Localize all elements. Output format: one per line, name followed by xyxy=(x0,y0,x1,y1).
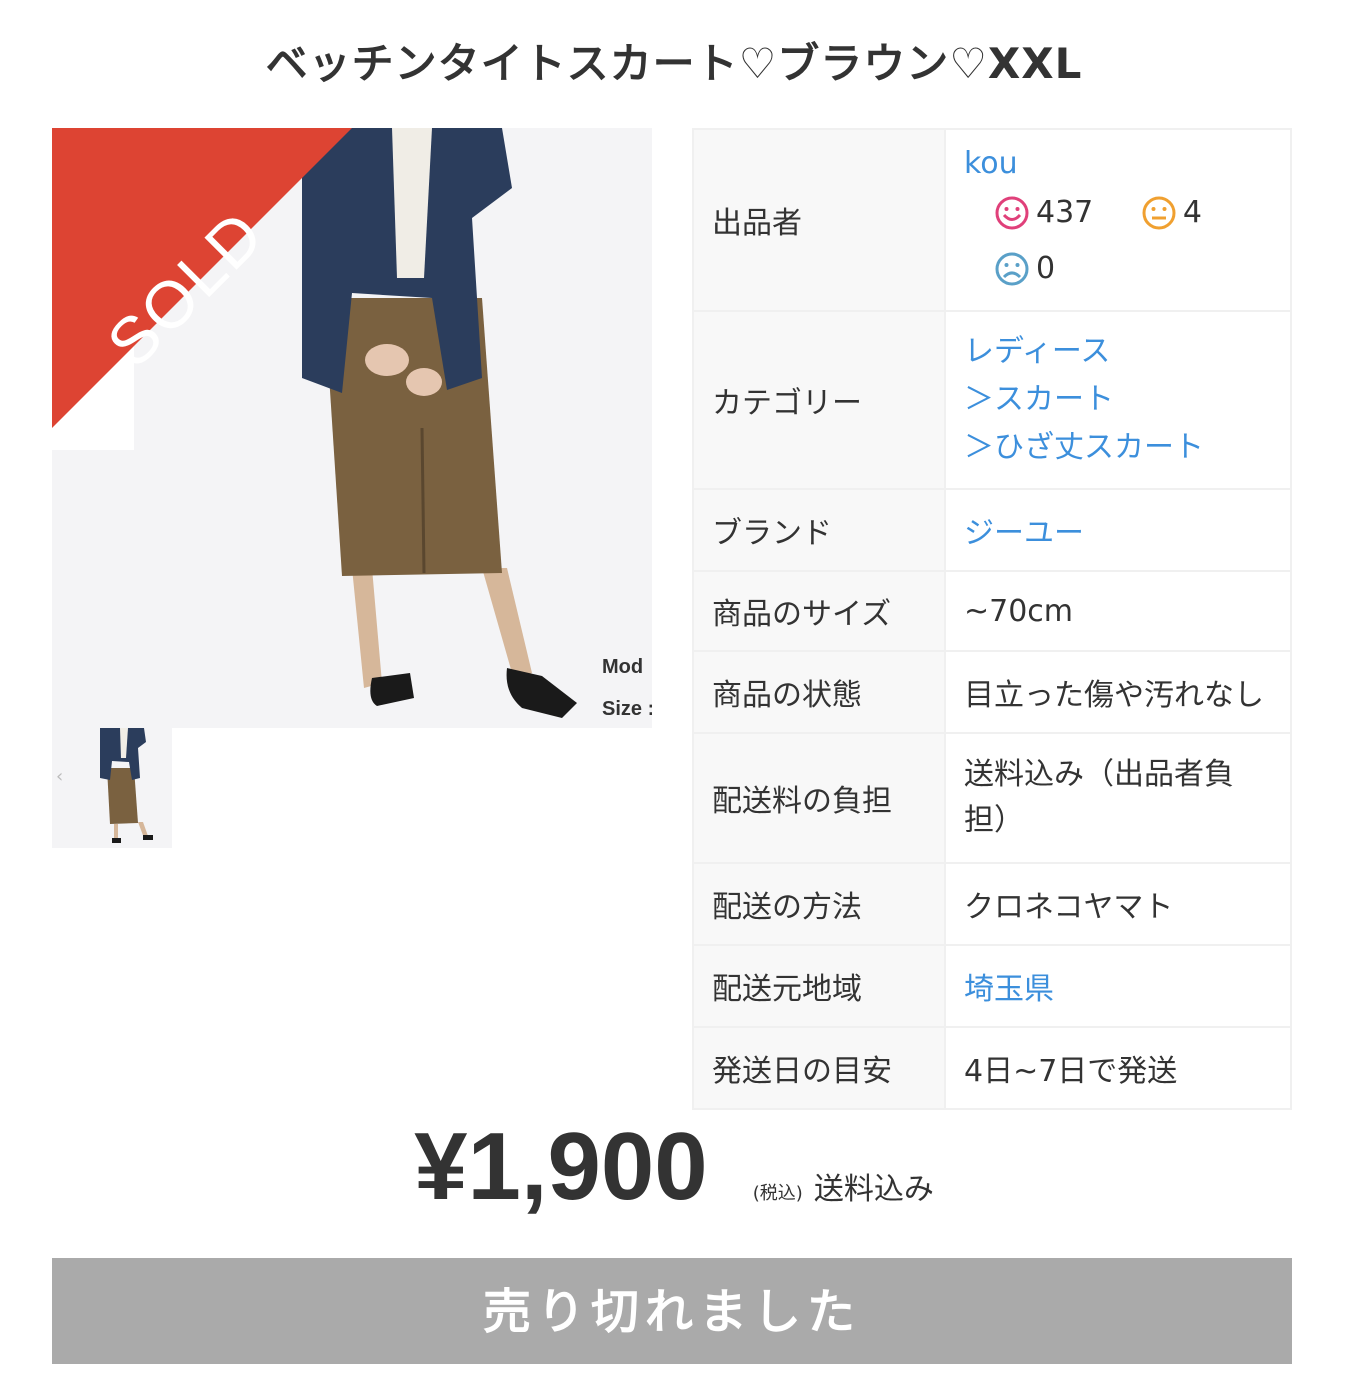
ship-days-label: 発送日の目安 xyxy=(692,1026,946,1110)
tax-note: (税込) xyxy=(752,1183,803,1204)
brand-label: ブランド xyxy=(692,488,946,572)
item-title: ベッチンタイトスカート♡ブラウン♡XXL xyxy=(265,39,1083,88)
price-row: ¥1,900 (税込) 送料込み xyxy=(0,1112,1348,1222)
main-photo[interactable]: Mod Size : SOLD xyxy=(52,128,652,728)
rating-normal-count: 4 xyxy=(1182,195,1202,230)
category-label: カテゴリー xyxy=(692,310,946,490)
brand-link[interactable]: ジーユー xyxy=(964,516,1084,551)
row-ship-days: 発送日の目安 4日~7日で発送 xyxy=(692,1026,1292,1110)
model-photo-illustration: Mod Size : xyxy=(52,128,652,728)
ship-days-value: 4日~7日で発送 xyxy=(944,1026,1292,1110)
chevron-left-icon[interactable]: ‹ xyxy=(56,766,63,787)
row-condition: 商品の状態 目立った傷や汚れなし xyxy=(692,650,1292,734)
rating-bad: 0 xyxy=(994,251,1055,287)
shipping-method-value: クロネコヤマト xyxy=(944,862,1292,946)
row-ship-from: 配送元地域 埼玉県 xyxy=(692,944,1292,1028)
category-link-3[interactable]: ＞ひざ丈スカート xyxy=(964,424,1274,472)
photo-caption-2: Size : xyxy=(602,698,652,720)
neutral-face-icon xyxy=(1142,196,1176,229)
price-amount: ¥1,900 xyxy=(414,1113,708,1220)
row-shipping-method: 配送の方法 クロネコヤマト xyxy=(692,862,1292,946)
shipping-fee-label: 配送料の負担 xyxy=(692,732,946,864)
row-category: カテゴリー レディース ＞スカート ＞ひざ丈スカート xyxy=(692,310,1292,490)
category-link-2[interactable]: ＞スカート xyxy=(964,376,1274,424)
seller-cell: kou 437 4 0 xyxy=(944,128,1292,312)
row-shipping-fee: 配送料の負担 送料込み（出品者負担） xyxy=(692,732,1292,864)
thumbnail-image xyxy=(52,728,172,848)
row-brand: ブランド ジーユー xyxy=(692,488,1292,572)
row-seller: 出品者 kou 437 4 0 xyxy=(692,128,1292,312)
size-value: ~70cm xyxy=(944,570,1292,652)
shipping-fee-value: 送料込み（出品者負担） xyxy=(944,732,1292,864)
category-cell: レディース ＞スカート ＞ひざ丈スカート xyxy=(944,310,1292,490)
category-link-1[interactable]: レディース xyxy=(964,328,1274,376)
seller-name-link[interactable]: kou xyxy=(964,146,1274,181)
sold-out-button[interactable]: 売り切れました xyxy=(52,1258,1292,1364)
ship-from-link[interactable]: 埼玉県 xyxy=(964,972,1054,1007)
row-size: 商品のサイズ ~70cm xyxy=(692,570,1292,652)
sad-face-icon xyxy=(995,252,1029,285)
size-label: 商品のサイズ xyxy=(692,570,946,652)
ship-from-label: 配送元地域 xyxy=(692,944,946,1028)
photo-caption-1: Mod xyxy=(602,656,643,678)
condition-label: 商品の状態 xyxy=(692,650,946,734)
rating-good-count: 437 xyxy=(1036,195,1094,230)
thumbnail-1[interactable] xyxy=(52,728,172,848)
shipping-method-label: 配送の方法 xyxy=(692,862,946,946)
rating-bad-count: 0 xyxy=(1036,251,1056,286)
rating-normal: 4 xyxy=(1141,195,1202,231)
seller-label: 出品者 xyxy=(692,128,946,312)
condition-value: 目立った傷や汚れなし xyxy=(944,650,1292,734)
smile-face-icon xyxy=(995,196,1029,229)
rating-good: 437 xyxy=(994,195,1093,231)
item-details-table: 出品者 kou 437 4 0 カテゴリー レディース ＞スカート ＞ひざ丈スカ… xyxy=(692,128,1292,1110)
shipping-note: 送料込み xyxy=(813,1172,934,1207)
